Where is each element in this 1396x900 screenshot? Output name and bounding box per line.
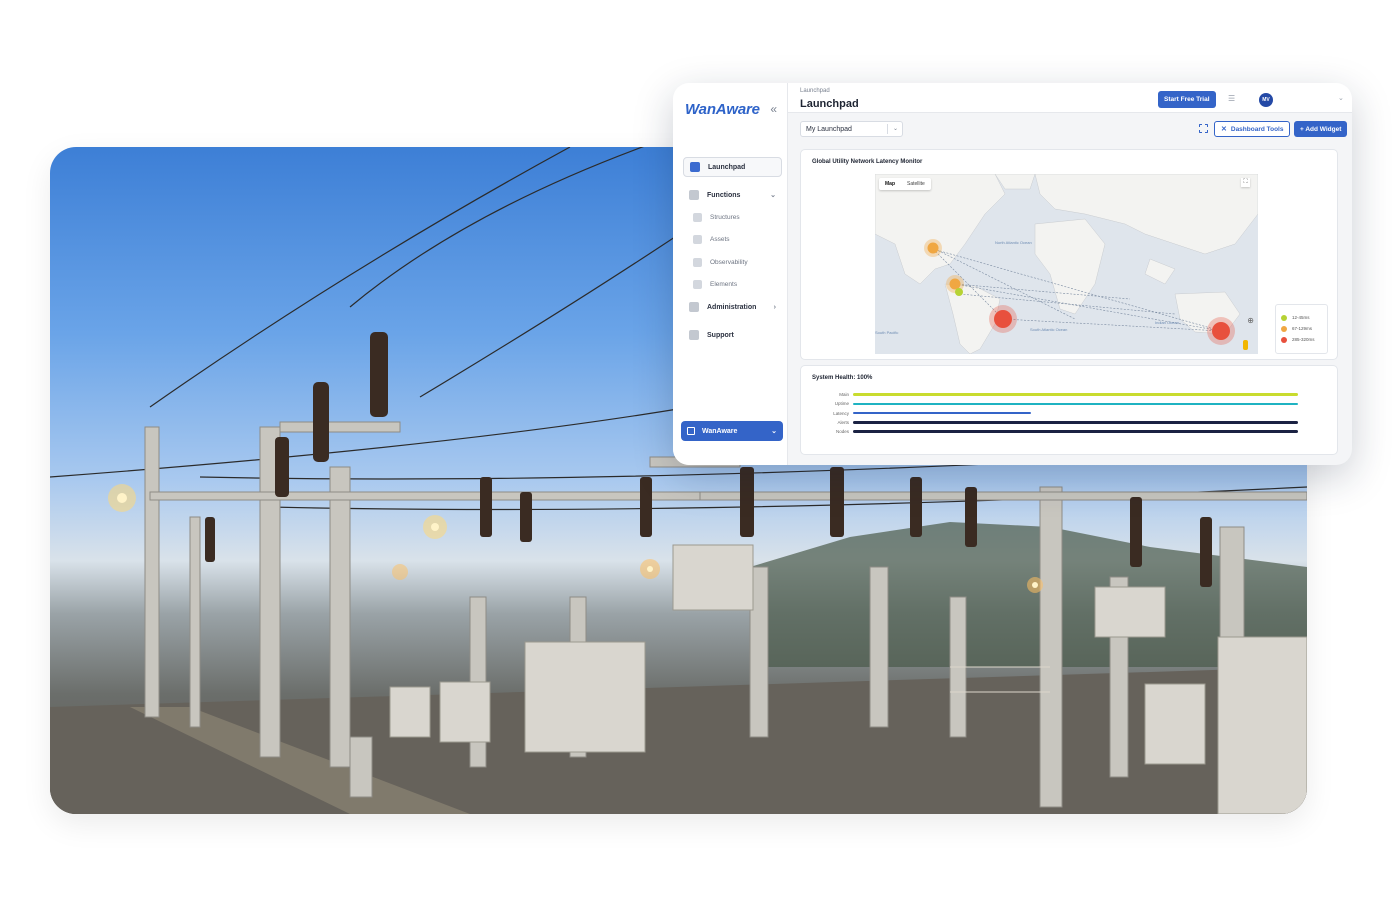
latency-legend: 12-45ms 67-129ms 285-320ms	[1275, 304, 1328, 354]
building-icon	[687, 427, 695, 435]
start-free-trial-button[interactable]: Start Free Trial	[1158, 91, 1216, 108]
world-map-graphic: North Atlantic Ocean South Atlantic Ocea…	[875, 174, 1258, 354]
breadcrumb[interactable]: Launchpad	[800, 88, 830, 94]
health-bar	[853, 430, 1298, 433]
widget-title: Global Utility Network Latency Monitor	[812, 159, 923, 165]
structures-icon	[693, 212, 702, 222]
chevron-down-icon: ⌄	[770, 192, 776, 199]
tab-satellite[interactable]: Satellite	[901, 178, 931, 190]
sidebar-item-label: Launchpad	[708, 163, 746, 171]
chevron-right-icon: ›	[773, 303, 776, 311]
health-bar	[853, 411, 1031, 415]
sidebar-nav: Launchpad Functions ⌄ Structures Assets …	[673, 157, 787, 345]
sidebar-item-label: Structures	[710, 213, 740, 221]
health-row: Main	[801, 391, 1298, 398]
sidebar-item-launchpad[interactable]: Launchpad	[683, 157, 782, 177]
functions-icon	[689, 190, 699, 200]
health-row-label: Alerts	[837, 419, 849, 425]
home-icon	[690, 162, 700, 172]
sidebar-item-label: Observability	[710, 258, 748, 266]
double-chevron-left-icon[interactable]: «	[770, 102, 777, 116]
sidebar-item-label: Assets	[710, 236, 730, 243]
legend-swatch	[1281, 325, 1287, 332]
sidebar-item-support[interactable]: Support	[683, 325, 782, 345]
sidebar-item-label: Elements	[710, 281, 738, 288]
health-row-label: Main	[839, 392, 849, 397]
ocean-label: South Atlantic Ocean	[1030, 327, 1067, 332]
legend-swatch	[1281, 314, 1287, 321]
legend-item: 12-45ms	[1281, 312, 1327, 323]
sidebar-item-label: Administration	[707, 303, 757, 311]
chevron-down-icon: ⌄	[892, 126, 898, 132]
legend-item: 67-129ms	[1281, 323, 1327, 334]
sidebar-item-administration[interactable]: Administration ›	[683, 297, 782, 317]
sidebar-item-structures[interactable]: Structures	[687, 207, 782, 227]
pegman-icon[interactable]	[1243, 340, 1248, 350]
legend-item: 285-320ms	[1281, 334, 1327, 345]
health-bar	[853, 393, 1298, 396]
dashboard-tools-label: Dashboard Tools	[1230, 125, 1284, 133]
sidebar: WanAware « Launchpad Functions ⌄ Structu…	[673, 83, 788, 465]
workspace-label: WanAware	[702, 427, 738, 435]
health-row: Nodes	[801, 428, 1298, 435]
compass-icon[interactable]: ⊕	[1247, 316, 1254, 325]
legend-label: 67-129ms	[1292, 326, 1313, 331]
wrench-icon	[689, 302, 699, 312]
health-row-label: Uptime	[834, 401, 849, 407]
launchpad-select[interactable]: My Launchpad ⌄	[800, 121, 903, 137]
main-content: Launchpad Launchpad Start Free Trial ☰ M…	[788, 83, 1352, 465]
dashboard-toolbar: My Launchpad ⌄ ✕ Dashboard Tools + Add W…	[788, 113, 1352, 141]
ocean-label: North Atlantic Ocean	[995, 240, 1032, 245]
ocean-label: Indian Ocean	[1155, 320, 1179, 325]
health-bar	[853, 421, 1298, 424]
launchpad-select-value: My Launchpad	[806, 125, 852, 133]
elements-icon	[693, 280, 702, 289]
chevron-down-icon: ⌄	[771, 428, 777, 435]
system-health-widget: System Health: 100% Main Uptime Latency Ale…	[800, 365, 1338, 455]
health-bar	[853, 402, 1298, 406]
fullscreen-icon[interactable]	[1199, 124, 1208, 133]
sidebar-item-label: Support	[707, 331, 734, 339]
top-bar: Launchpad Launchpad Start Free Trial ☰ M…	[788, 83, 1352, 113]
observability-icon	[693, 257, 702, 267]
health-row: Latency	[801, 410, 1031, 417]
world-map[interactable]: North Atlantic Ocean South Atlantic Ocea…	[875, 174, 1258, 354]
page-title: Launchpad	[800, 98, 859, 110]
brand-logo: WanAware	[685, 100, 760, 118]
legend-swatch	[1281, 336, 1287, 343]
add-widget-button[interactable]: + Add Widget	[1294, 121, 1348, 137]
app-window: WanAware « Launchpad Functions ⌄ Structu…	[673, 83, 1352, 465]
sidebar-item-observability[interactable]: Observability	[687, 252, 782, 272]
expand-icon[interactable]: ⛶	[1241, 178, 1250, 187]
assets-icon	[693, 235, 702, 244]
tools-icon: ✕	[1221, 126, 1227, 133]
sidebar-item-elements[interactable]: Elements	[687, 275, 782, 295]
latency-map-widget: Global Utility Network Latency Monitor N…	[800, 149, 1338, 360]
health-row: Alerts	[801, 419, 1298, 426]
tab-map[interactable]: Map	[879, 178, 901, 190]
sidebar-item-functions[interactable]: Functions ⌄	[683, 185, 782, 205]
brand-header: WanAware «	[673, 97, 787, 121]
legend-label: 285-320ms	[1292, 337, 1315, 342]
health-row-label: Latency	[833, 410, 849, 416]
ocean-label: South Pacific	[875, 330, 898, 335]
sidebar-item-assets[interactable]: Assets	[687, 230, 782, 250]
avatar[interactable]: MV	[1259, 93, 1273, 107]
dashboard-tools-button[interactable]: ✕ Dashboard Tools	[1214, 121, 1291, 137]
legend-label: 12-45ms	[1292, 315, 1310, 320]
sliders-icon[interactable]: ☰	[1228, 94, 1235, 103]
workspace-switcher[interactable]: WanAware ⌄	[681, 421, 783, 441]
sidebar-item-label: Functions	[707, 191, 741, 199]
health-row-label: Nodes	[835, 429, 849, 435]
health-row: Uptime	[801, 400, 1298, 407]
widget-title: System Health: 100%	[812, 375, 873, 381]
mail-icon	[689, 330, 699, 340]
chevron-down-icon[interactable]: ⌄	[1338, 94, 1344, 102]
map-type-tabs: Map Satellite	[879, 178, 931, 190]
